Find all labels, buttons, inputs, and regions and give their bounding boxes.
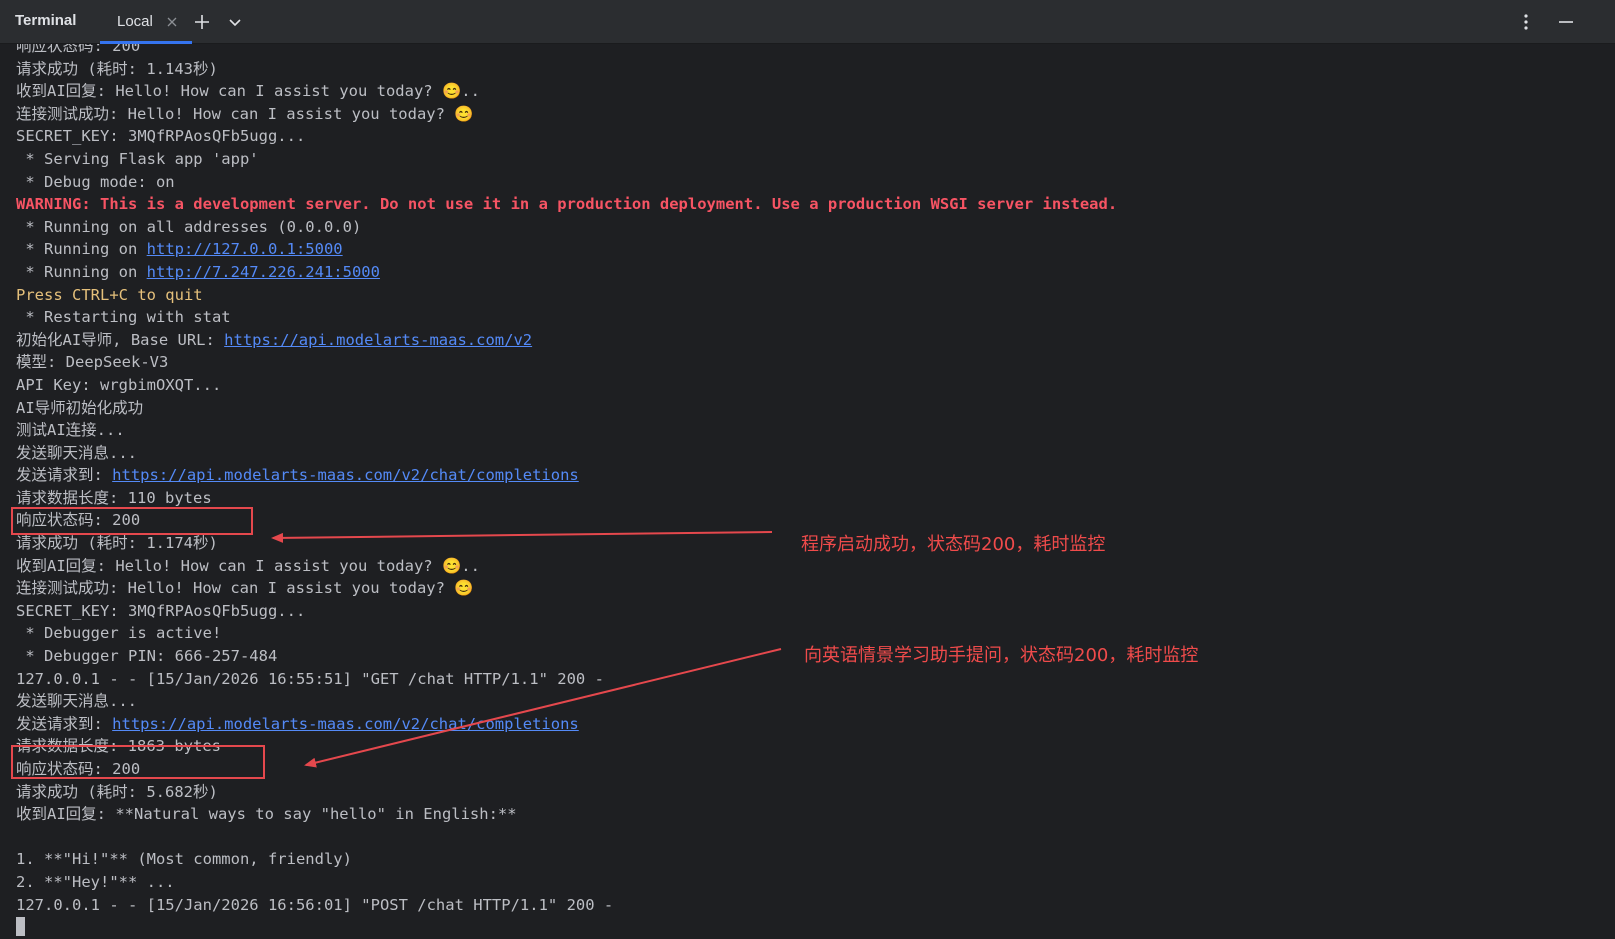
tab-label: Local bbox=[117, 13, 153, 30]
line-text: * Debugger is active! bbox=[16, 624, 222, 643]
line-text: 发送聊天消息... bbox=[16, 692, 137, 711]
line-text: 收到AI回复: Hello! How can I assist you toda… bbox=[16, 82, 480, 101]
highlight-box-startup-timing bbox=[11, 507, 253, 535]
terminal-line: 发送请求到: https://api.modelarts-maas.com/v2… bbox=[16, 464, 1117, 487]
terminal-line: * Running on http://7.247.226.241:5000 bbox=[16, 261, 1117, 284]
minimize-icon[interactable] bbox=[1556, 12, 1576, 32]
line-text: 响应状态码: 200 bbox=[16, 44, 141, 55]
terminal-line: 127.0.0.1 - - [15/Jan/2026 16:56:01] "PO… bbox=[16, 894, 1117, 917]
terminal-line: * Debug mode: on bbox=[16, 171, 1117, 194]
url-link[interactable]: https://api.modelarts-maas.com/v2 bbox=[224, 331, 532, 349]
line-text: 测试AI连接... bbox=[16, 421, 125, 440]
terminal-scrollbar[interactable] bbox=[1607, 44, 1615, 939]
terminal-line: * Running on all addresses (0.0.0.0) bbox=[16, 216, 1117, 239]
terminal-line: 发送聊天消息... bbox=[16, 690, 1117, 713]
annotation-note-startup: 程序启动成功，状态码200，耗时监控 bbox=[801, 534, 1106, 555]
tool-window-header: Terminal Local bbox=[0, 0, 1615, 44]
highlight-box-chat-timing bbox=[11, 745, 265, 779]
line-text: * Serving Flask app 'app' bbox=[16, 149, 259, 168]
terminal-line: 请求成功 (耗时: 1.143秒) bbox=[16, 58, 1117, 81]
terminal-line: 发送请求到: https://api.modelarts-maas.com/v2… bbox=[16, 713, 1117, 736]
terminal-line: Press CTRL+C to quit bbox=[16, 284, 1117, 307]
line-text: 收到AI回复: **Natural ways to say "hello" in… bbox=[16, 805, 517, 824]
terminal-line: AI导师初始化成功 bbox=[16, 397, 1117, 420]
line-text: 127.0.0.1 - - [15/Jan/2026 16:55:51] "GE… bbox=[16, 669, 604, 688]
line-text: 连接测试成功: Hello! How can I assist you toda… bbox=[16, 104, 474, 123]
terminal-line: 测试AI连接... bbox=[16, 419, 1117, 442]
line-text: 发送请求到: bbox=[16, 466, 113, 485]
terminal-line: 模型: DeepSeek-V3 bbox=[16, 351, 1117, 374]
line-text: * Debugger PIN: 666-257-484 bbox=[16, 647, 278, 666]
line-text: 发送请求到: bbox=[16, 714, 113, 733]
plus-icon[interactable] bbox=[192, 12, 212, 32]
url-link[interactable]: https://api.modelarts-maas.com/v2/chat/c… bbox=[112, 715, 579, 733]
line-text: 发送聊天消息... bbox=[16, 443, 137, 462]
close-icon[interactable] bbox=[166, 16, 178, 28]
terminal-line: * Running on http://127.0.0.1:5000 bbox=[16, 238, 1117, 261]
line-text: * Running on bbox=[16, 240, 147, 259]
terminal-line: SECRET_KEY: 3MQfRPAosQFb5ugg... bbox=[16, 600, 1117, 623]
line-text: 连接测试成功: Hello! How can I assist you toda… bbox=[16, 579, 474, 598]
line-text: API Key: wrgbimOXQT... bbox=[16, 375, 222, 394]
line-text: * Running on bbox=[16, 262, 147, 281]
terminal-line: API Key: wrgbimOXQT... bbox=[16, 374, 1117, 397]
url-link[interactable]: https://api.modelarts-maas.com/v2/chat/c… bbox=[112, 466, 579, 484]
terminal-line: 1. **"Hi!"** (Most common, friendly) bbox=[16, 848, 1117, 871]
line-text: 模型: DeepSeek-V3 bbox=[16, 353, 169, 372]
terminal-line: 2. **"Hey!"** ... bbox=[16, 871, 1117, 894]
quit-hint-text: Press CTRL+C to quit bbox=[16, 285, 203, 304]
terminal-line: * Restarting with stat bbox=[16, 306, 1117, 329]
terminal-line: 收到AI回复: Hello! How can I assist you toda… bbox=[16, 80, 1117, 103]
terminal-line: 连接测试成功: Hello! How can I assist you toda… bbox=[16, 577, 1117, 600]
line-text: 2. **"Hey!"** ... bbox=[16, 872, 175, 891]
terminal-line: * Serving Flask app 'app' bbox=[16, 148, 1117, 171]
line-text: 请求成功 (耗时: 1.143秒) bbox=[16, 59, 218, 78]
line-text: 收到AI回复: Hello! How can I assist you toda… bbox=[16, 556, 480, 575]
url-link[interactable]: http://7.247.226.241:5000 bbox=[147, 263, 380, 281]
terminal-line: SECRET_KEY: 3MQfRPAosQFb5ugg... bbox=[16, 125, 1117, 148]
tab-local[interactable]: Local bbox=[100, 0, 192, 44]
terminal-line: 收到AI回复: **Natural ways to say "hello" in… bbox=[16, 803, 1117, 826]
terminal-line: 初始化AI导师, Base URL: https://api.modelarts… bbox=[16, 329, 1117, 352]
chevron-down-icon[interactable] bbox=[225, 12, 245, 32]
line-text: 127.0.0.1 - - [15/Jan/2026 16:56:01] "PO… bbox=[16, 895, 614, 914]
terminal-line: 127.0.0.1 - - [15/Jan/2026 16:55:51] "GE… bbox=[16, 668, 1117, 691]
tool-window-title: Terminal bbox=[15, 12, 77, 29]
line-text: 请求数据长度: 110 bytes bbox=[16, 488, 212, 507]
line-text: 请求成功 (耗时: 5.682秒) bbox=[16, 782, 218, 801]
line-text: 1. **"Hi!"** (Most common, friendly) bbox=[16, 850, 352, 869]
line-text: SECRET_KEY: 3MQfRPAosQFb5ugg... bbox=[16, 601, 306, 620]
terminal-line: 连接测试成功: Hello! How can I assist you toda… bbox=[16, 103, 1117, 126]
line-text: * Debug mode: on bbox=[16, 172, 175, 191]
terminal-output[interactable]: 响应状态码: 200 请求成功 (耗时: 1.143秒) 收到AI回复: Hello… bbox=[0, 44, 1615, 939]
line-text: AI导师初始化成功 bbox=[16, 398, 144, 417]
line-text: 初始化AI导师, Base URL: bbox=[16, 330, 225, 349]
line-text: 请求成功 (耗时: 1.174秒) bbox=[16, 534, 218, 553]
terminal-line: 响应状态码: 200 bbox=[16, 44, 1117, 58]
line-text: * Running on all addresses (0.0.0.0) bbox=[16, 217, 362, 236]
terminal-line: 收到AI回复: Hello! How can I assist you toda… bbox=[16, 555, 1117, 578]
terminal-line: 发送聊天消息... bbox=[16, 442, 1117, 465]
more-vertical-icon[interactable] bbox=[1516, 12, 1536, 32]
warning-text: WARNING: This is a development server. D… bbox=[16, 195, 1118, 214]
line-text: * Restarting with stat bbox=[16, 308, 231, 327]
terminal-line: 请求成功 (耗时: 5.682秒) bbox=[16, 781, 1117, 804]
terminal-lines: 响应状态码: 200 请求成功 (耗时: 1.143秒) 收到AI回复: Hello… bbox=[16, 44, 1117, 939]
annotation-note-chat: 向英语情景学习助手提问，状态码200，耗时监控 bbox=[804, 645, 1199, 666]
terminal-line bbox=[16, 916, 1117, 939]
terminal-line: WARNING: This is a development server. D… bbox=[16, 193, 1117, 216]
terminal-cursor bbox=[16, 917, 25, 937]
url-link[interactable]: http://127.0.0.1:5000 bbox=[147, 240, 343, 258]
line-text: SECRET_KEY: 3MQfRPAosQFb5ugg... bbox=[16, 127, 306, 146]
